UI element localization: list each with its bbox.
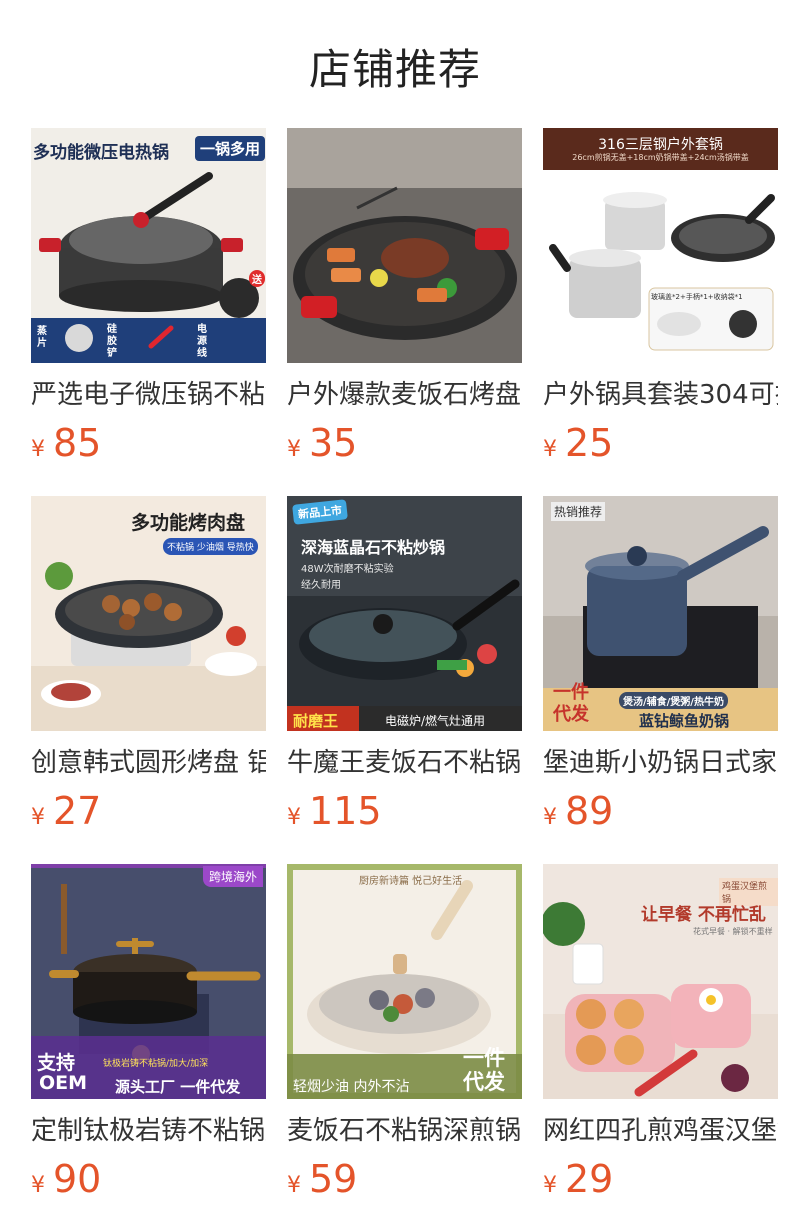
product-card[interactable]: 多功能烤肉盘 不粘锅 少油烟 导热快 创意韩式圆形烤盘 铝合金 ¥ 27 — [31, 496, 266, 833]
product-price: ¥ 115 — [287, 789, 522, 833]
product-name[interactable]: 定制钛极岩铸不粘锅加大 — [31, 1115, 266, 1147]
product-card[interactable]: 厨房新诗篇 悦己好生活 轻烟少油 内外不沾 一件代发 麦饭石不粘锅深煎锅家用 ¥… — [287, 864, 522, 1201]
product-price: ¥ 89 — [543, 789, 778, 833]
currency-symbol: ¥ — [31, 805, 45, 830]
product-price: ¥ 25 — [543, 421, 778, 465]
currency-symbol: ¥ — [543, 805, 557, 830]
product-price: ¥ 35 — [287, 421, 522, 465]
product-price: ¥ 29 — [543, 1157, 778, 1201]
price-amount: 89 — [565, 789, 614, 833]
product-name[interactable]: 严选电子微压锅不粘锅 — [31, 379, 266, 411]
currency-symbol: ¥ — [287, 437, 301, 462]
product-name[interactable]: 网红四孔煎鸡蛋汉堡锅 — [543, 1115, 778, 1147]
product-name[interactable]: 创意韩式圆形烤盘 铝合金 — [31, 747, 266, 779]
price-amount: 85 — [53, 421, 102, 465]
currency-symbol: ¥ — [543, 1173, 557, 1198]
image-headline: 多功能烤肉盘 — [131, 512, 246, 534]
grill-pan-illustration — [287, 128, 522, 363]
currency-symbol: ¥ — [287, 805, 301, 830]
image-bottom: 源头工厂 一件代发 — [115, 1078, 241, 1096]
product-name[interactable]: 户外爆款麦饭石烤盘多用 — [287, 379, 522, 411]
product-image[interactable]: 316三层钢户外套锅 26cm煎锅无盖+18cm奶锅带盖+24cm汤锅带盖 玻璃… — [543, 128, 778, 363]
part-label: 硅胶铲 — [107, 324, 117, 359]
image-sub: 48W次耐磨不粘实验 — [301, 564, 394, 575]
product-image[interactable] — [287, 128, 522, 363]
product-card[interactable]: 热销推荐 一件代发 煲汤/辅食/煲粥/热牛奶 蓝钻鲸鱼奶锅 堡迪斯小奶锅日式家用… — [543, 496, 778, 833]
currency-symbol: ¥ — [31, 437, 45, 462]
promo-label: 一件代发 — [463, 1046, 505, 1094]
product-image[interactable]: 热销推荐 一件代发 煲汤/辅食/煲粥/热牛奶 蓝钻鲸鱼奶锅 — [543, 496, 778, 731]
product-card[interactable]: 跨境海外 支持 OEM 钛极岩铸不粘锅/加大/加深 源头工厂 一件代发 定制钛极… — [31, 864, 266, 1201]
price-amount: 90 — [53, 1157, 102, 1201]
product-card[interactable]: 鸡蛋汉堡煎锅 让早餐 不再忙乱 花式早餐 · 解锁不重样 网红四孔煎鸡蛋汉堡锅 … — [543, 864, 778, 1201]
price-amount: 27 — [53, 789, 102, 833]
store-recommend-page: 店铺推荐 多功能微压电热锅 一锅多用 送 蒸片 硅胶铲 电源线 严选电子微压锅不… — [0, 0, 790, 1232]
product-card[interactable]: 户外爆款麦饭石烤盘多用 ¥ 35 — [287, 128, 522, 465]
image-top: 厨房新诗篇 悦己好生活 — [359, 876, 463, 887]
image-sub: 经久耐用 — [301, 580, 341, 591]
image-bottom: 电磁炉/燃气灶通用 — [385, 714, 486, 728]
product-price: ¥ 59 — [287, 1157, 522, 1201]
product-price: ¥ 85 — [31, 421, 266, 465]
product-image[interactable]: 多功能微压电热锅 一锅多用 送 蒸片 硅胶铲 电源线 — [31, 128, 266, 363]
part-label: 电源线 — [197, 324, 207, 359]
image-sub: 不粘锅 少油烟 导热快 — [163, 538, 258, 555]
price-amount: 35 — [309, 421, 358, 465]
image-tag: 跨境海外 — [203, 866, 264, 887]
promo-label: 支持 — [37, 1052, 76, 1074]
cookware-set-illustration — [543, 128, 778, 363]
image-headline: 让早餐 不再忙乱 — [641, 905, 766, 925]
product-image[interactable]: 厨房新诗篇 悦己好生活 轻烟少油 内外不沾 一件代发 — [287, 864, 522, 1099]
price-amount: 29 — [565, 1157, 614, 1201]
image-bottom: 轻烟少油 内外不沾 — [293, 1079, 410, 1095]
promo-label: OEM — [39, 1072, 88, 1094]
product-card[interactable]: 多功能微压电热锅 一锅多用 送 蒸片 硅胶铲 电源线 严选电子微压锅不粘锅 ¥ … — [31, 128, 266, 465]
promo-label: 一件代发 — [553, 682, 589, 725]
image-headline: 多功能微压电热锅 — [33, 143, 169, 163]
product-name[interactable]: 牛魔王麦饭石不粘锅炒锅 — [287, 747, 522, 779]
image-headline: 深海蓝晶石不粘炒锅 — [301, 538, 446, 557]
image-sub: 26cm煎锅无盖+18cm奶锅带盖+24cm汤锅带盖 — [572, 153, 749, 162]
image-tag: 一锅多用 — [195, 136, 266, 161]
product-price: ¥ 90 — [31, 1157, 266, 1201]
product-price: ¥ 27 — [31, 789, 266, 833]
product-image[interactable]: 鸡蛋汉堡煎锅 让早餐 不再忙乱 花式早餐 · 解锁不重样 — [543, 864, 778, 1099]
wok-illustration — [287, 496, 522, 731]
product-image[interactable]: 新品上市 深海蓝晶石不粘炒锅 48W次耐磨不粘实验 经久耐用 耐磨王 电磁炉/燃… — [287, 496, 522, 731]
currency-symbol: ¥ — [543, 437, 557, 462]
image-sub: 煲汤/辅食/煲粥/热牛奶 — [619, 692, 728, 709]
product-name[interactable]: 户外锅具套装304可折叠 — [543, 379, 778, 411]
brand-label: 耐磨王 — [293, 712, 339, 730]
price-amount: 25 — [565, 421, 614, 465]
part-label: 蒸片 — [37, 326, 47, 349]
product-image[interactable]: 跨境海外 支持 OEM 钛极岩铸不粘锅/加大/加深 源头工厂 一件代发 — [31, 864, 266, 1099]
currency-symbol: ¥ — [31, 1173, 45, 1198]
page-title: 店铺推荐 — [308, 45, 481, 94]
image-tag: 热销推荐 — [551, 502, 606, 521]
image-sub: 钛极岩铸不粘锅/加大/加深 — [103, 1059, 209, 1069]
image-headline: 316三层钢户外套锅 — [598, 137, 723, 153]
image-note: 玻璃盖*2+手柄*1+收纳袋*1 — [651, 293, 743, 301]
image-bottom: 蓝钻鲸鱼奶锅 — [639, 712, 730, 730]
currency-symbol: ¥ — [287, 1173, 301, 1198]
product-name[interactable]: 堡迪斯小奶锅日式家用 — [543, 747, 778, 779]
price-amount: 59 — [309, 1157, 358, 1201]
gift-tag: 送 — [249, 270, 265, 287]
image-sub: 花式早餐 · 解锁不重样 — [693, 927, 773, 936]
product-card[interactable]: 新品上市 深海蓝晶石不粘炒锅 48W次耐磨不粘实验 经久耐用 耐磨王 电磁炉/燃… — [287, 496, 522, 833]
product-image[interactable]: 多功能烤肉盘 不粘锅 少油烟 导热快 — [31, 496, 266, 731]
pressure-cooker-illustration — [31, 128, 266, 363]
price-amount: 115 — [309, 789, 382, 833]
product-card[interactable]: 316三层钢户外套锅 26cm煎锅无盖+18cm奶锅带盖+24cm汤锅带盖 玻璃… — [543, 128, 778, 465]
product-name[interactable]: 麦饭石不粘锅深煎锅家用 — [287, 1115, 522, 1147]
